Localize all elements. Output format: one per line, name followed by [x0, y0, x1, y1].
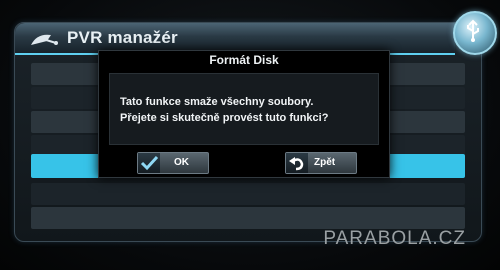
usb-icon [453, 11, 497, 55]
back-button-label: Zpět [314, 157, 336, 168]
dialog-message-line1: Tato funkce smaže všechny soubory. [120, 96, 314, 108]
ok-button[interactable]: OK [137, 152, 209, 174]
back-button[interactable]: Zpět [285, 152, 357, 174]
checkmark-icon [138, 153, 160, 173]
dialog-message: Tato funkce smaže všechny soubory. Přeje… [109, 73, 379, 145]
tv-screen: PVR manažér Formát Disk Tato funkce smaž… [0, 0, 500, 270]
ok-button-label: OK [174, 157, 189, 168]
list-item[interactable] [31, 183, 465, 205]
list-item[interactable] [31, 207, 465, 229]
watermark: PARABOLA.CZ [323, 228, 466, 249]
window-title: PVR manažér [67, 28, 178, 47]
dialog-message-line2: Přejete si skutečně provést tuto funkci? [120, 112, 329, 124]
undo-arrow-icon [286, 153, 308, 173]
satellite-dish-icon [29, 31, 59, 47]
format-disk-dialog: Formát Disk Tato funkce smaže všechny so… [98, 50, 390, 178]
dialog-title: Formát Disk [209, 53, 279, 67]
